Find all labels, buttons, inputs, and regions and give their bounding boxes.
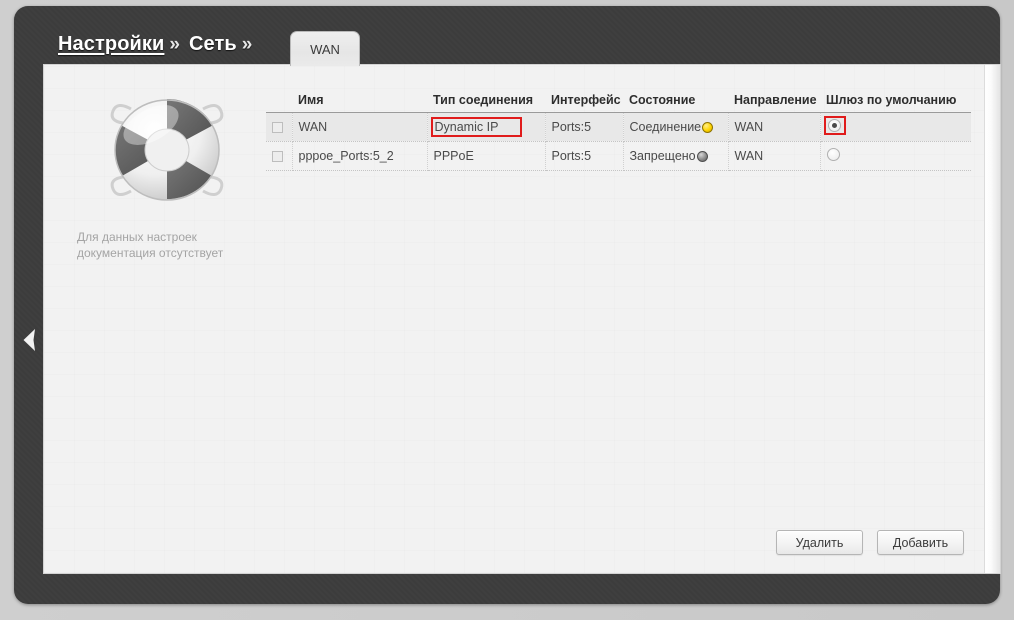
cell-name: pppoe_Ports:5_2 <box>292 141 428 171</box>
default-gateway-radio[interactable] <box>827 119 841 132</box>
cell-direction: WAN <box>728 112 821 142</box>
action-button-bar: Удалить Добавить <box>776 530 964 555</box>
connections-table-wrapper: Имя Тип соединения Интерфейс Состояние Н… <box>266 93 971 171</box>
row-checkbox[interactable] <box>272 122 283 134</box>
cell-state: Соединение <box>623 112 729 142</box>
cell-state-label: Соединение <box>629 120 702 134</box>
default-gateway-radio[interactable] <box>826 148 840 161</box>
cell-interface: Ports:5 <box>545 141 624 171</box>
breadcrumb: Настройки » Сеть » <box>58 33 261 63</box>
header-state: Состояние <box>623 93 728 113</box>
cell-state-label: Запрещено <box>629 149 696 163</box>
help-panel: Для данных настроек документация отсутст… <box>59 87 274 261</box>
header-name: Имя <box>292 93 427 113</box>
sidebar-collapse-button[interactable] <box>14 322 44 358</box>
delete-button-label: Удалить <box>795 535 844 550</box>
connection-type-highlight: Dynamic IP <box>430 117 523 137</box>
tab-wan-label: WAN <box>310 41 340 57</box>
cell-state: Запрещено <box>623 141 729 171</box>
header-select <box>266 93 292 113</box>
tab-strip: WAN <box>290 31 360 66</box>
status-dot-connecting <box>702 121 714 133</box>
default-gateway-highlight <box>823 116 846 135</box>
add-button-label: Добавить <box>892 535 949 550</box>
content-panel: Для данных настроек документация отсутст… <box>43 64 1001 574</box>
cell-direction: WAN <box>728 141 821 171</box>
cell-type-label: Dynamic IP <box>434 120 499 134</box>
cell-gateway <box>820 112 971 142</box>
cell-type: Dynamic IP <box>427 112 546 142</box>
status-dot-denied <box>696 150 708 162</box>
vertical-scrollbar[interactable] <box>984 65 1000 573</box>
table-row[interactable]: pppoe_Ports:5_2 PPPoE Ports:5 Запрещено … <box>266 141 971 171</box>
app-root: Настройки » Сеть » WAN Для данных настро… <box>0 0 1014 620</box>
help-text: Для данных настроек документация отсутст… <box>59 229 274 261</box>
row-checkbox[interactable] <box>272 151 283 163</box>
chevron-left-icon <box>20 327 38 353</box>
header-direction: Направление <box>728 93 820 113</box>
table-row[interactable]: WAN Dynamic IP Ports:5 Соединение WAN <box>266 112 971 142</box>
cell-type: PPPoE <box>427 141 546 171</box>
breadcrumb-separator-1: » <box>169 34 180 55</box>
cell-name: WAN <box>292 112 428 142</box>
breadcrumb-item-network[interactable]: Сеть <box>189 33 237 56</box>
lifebuoy-icon <box>59 87 274 215</box>
help-text-line2: документация отсутствует <box>77 246 224 260</box>
table-header-row: Имя Тип соединения Интерфейс Состояние Н… <box>266 93 971 113</box>
cell-interface: Ports:5 <box>545 112 624 142</box>
row-select-cell <box>266 112 293 142</box>
cell-gateway <box>820 141 971 171</box>
connections-table: Имя Тип соединения Интерфейс Состояние Н… <box>266 93 971 171</box>
header-type: Тип соединения <box>427 93 545 113</box>
help-text-line1: Для данных настроек <box>77 230 197 244</box>
row-select-cell <box>266 141 293 171</box>
breadcrumb-separator-2: » <box>241 34 253 55</box>
header-interface: Интерфейс <box>545 93 623 113</box>
add-button[interactable]: Добавить <box>877 530 964 555</box>
delete-button[interactable]: Удалить <box>776 530 863 555</box>
header-gateway: Шлюз по умолчанию <box>820 93 971 113</box>
breadcrumb-item-settings[interactable]: Настройки <box>58 33 164 56</box>
tab-wan[interactable]: WAN <box>290 31 360 66</box>
